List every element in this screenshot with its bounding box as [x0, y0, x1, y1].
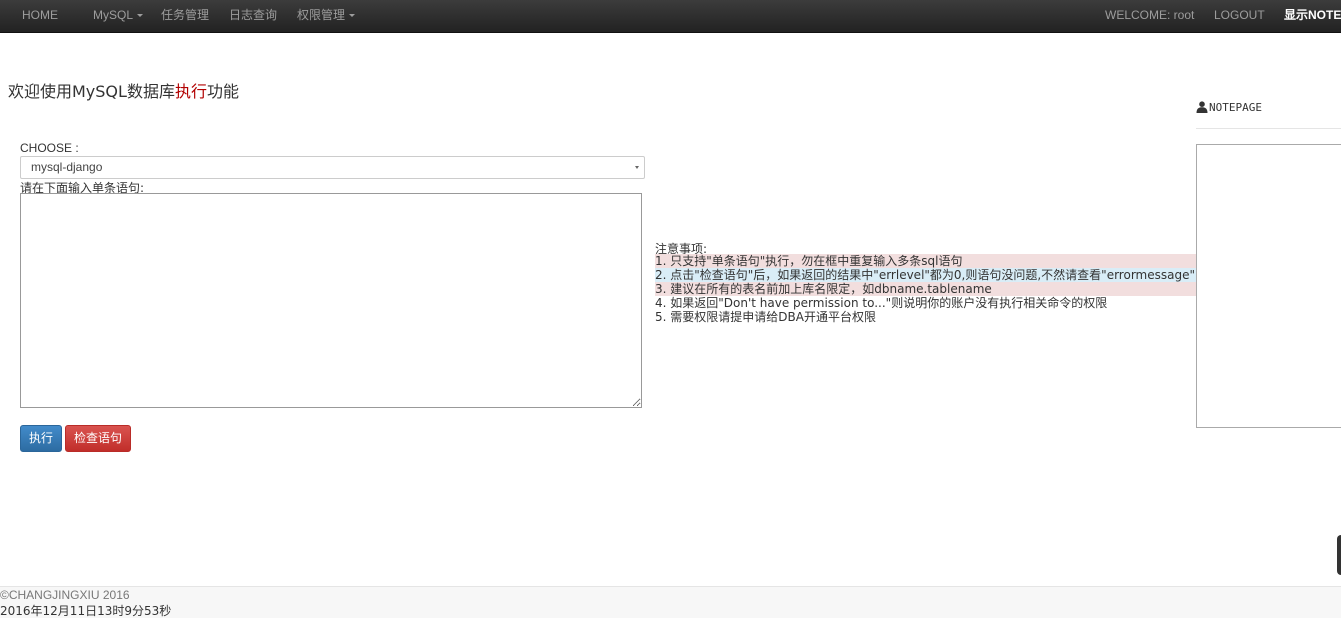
- notepad-textarea[interactable]: [1196, 144, 1341, 428]
- note-item: 2. 点击"检查语句"后，如果返回的结果中"errlevel"都为0,则语句没问…: [655, 268, 1196, 282]
- logout-link[interactable]: LOGOUT: [1214, 0, 1265, 32]
- note-item: 5. 需要权限请提申请给DBA开通平台权限: [655, 310, 876, 324]
- check-statement-button[interactable]: 检查语句: [65, 425, 131, 452]
- note-item: 3. 建议在所有的表名前加上库名限定，如dbname.tablename: [655, 282, 1196, 296]
- show-notepad-toggle[interactable]: 显示NOTE: [1284, 0, 1341, 32]
- footer-copyright: ©CHANGJINGXIU 2016: [0, 588, 130, 602]
- choose-label: CHOOSE :: [20, 141, 79, 155]
- footer: [0, 587, 1341, 618]
- notepad-header: NOTEPAGE: [1196, 101, 1262, 114]
- welcome-user: WELCOME: root: [1105, 8, 1195, 22]
- notepad-title: NOTEPAGE: [1209, 101, 1262, 114]
- nav-home[interactable]: HOME: [22, 0, 58, 32]
- page-title-post: 功能: [206, 82, 239, 101]
- user-icon: [1196, 101, 1208, 113]
- note-item: 4. 如果返回"Don't have permission to..."则说明你…: [655, 296, 1108, 310]
- footer-datetime: 2016年12月11日13时9分53秒: [0, 604, 172, 618]
- nav-permission-dropdown[interactable]: 权限管理: [297, 0, 356, 32]
- page-title: 欢迎使用MySQL数据库执行功能: [8, 78, 239, 102]
- nav-permission-label: 权限管理: [297, 8, 346, 22]
- caret-down-icon: [349, 14, 356, 18]
- sql-textarea[interactable]: [20, 193, 642, 408]
- select-arrow-icon: [635, 166, 639, 169]
- nav-log-query[interactable]: 日志查询: [229, 0, 277, 32]
- database-select-value: mysql-django: [31, 160, 103, 174]
- page-title-accent: 执行: [174, 82, 207, 101]
- execute-button[interactable]: 执行: [20, 425, 62, 452]
- page-title-pre: 欢迎使用MySQL数据库: [8, 82, 175, 101]
- nav-task-management[interactable]: 任务管理: [161, 0, 209, 32]
- note-item: 1. 只支持"单条语句"执行，勿在框中重复输入多条sql语句: [655, 254, 1196, 268]
- caret-down-icon: [137, 14, 144, 18]
- top-navbar: HOME MySQL 任务管理 日志查询 权限管理 WELCOME: root …: [0, 0, 1341, 33]
- notepad-divider: [1196, 128, 1341, 129]
- database-select[interactable]: mysql-django: [20, 156, 645, 179]
- nav-mysql-label: MySQL: [93, 8, 134, 22]
- nav-mysql-dropdown[interactable]: MySQL: [93, 0, 144, 32]
- side-panel-handle[interactable]: [1337, 535, 1341, 575]
